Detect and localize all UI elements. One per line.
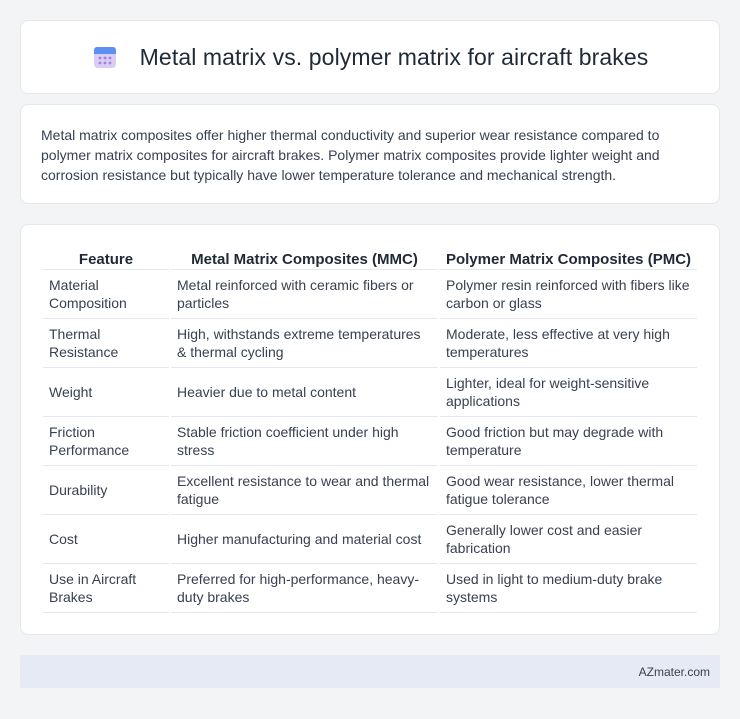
calendar-icon xyxy=(93,47,116,68)
feature-cell: Durability xyxy=(43,466,169,515)
summary-text: Metal matrix composites offer higher the… xyxy=(41,127,660,183)
footer: AZmater.com xyxy=(20,655,720,688)
pmc-cell: Generally lower cost and easier fabricat… xyxy=(440,515,697,564)
feature-cell: Weight xyxy=(43,368,169,417)
summary-card: Metal matrix composites offer higher the… xyxy=(20,104,720,204)
table-row: Weight Heavier due to metal content Ligh… xyxy=(43,368,697,417)
mmc-cell: Higher manufacturing and material cost xyxy=(171,515,438,564)
pmc-cell: Used in light to medium-duty brake syste… xyxy=(440,564,697,613)
page-title: Metal matrix vs. polymer matrix for airc… xyxy=(139,43,649,70)
feature-cell: Friction Performance xyxy=(43,417,169,466)
mmc-cell: Stable friction coefficient under high s… xyxy=(171,417,438,466)
pmc-cell: Good friction but may degrade with tempe… xyxy=(440,417,697,466)
mmc-cell: High, withstands extreme temperatures & … xyxy=(171,319,438,368)
mmc-cell: Heavier due to metal content xyxy=(171,368,438,417)
feature-cell: Material Composition xyxy=(43,270,169,319)
comparison-table: Feature Metal Matrix Composites (MMC) Po… xyxy=(41,245,699,613)
mmc-cell: Excellent resistance to wear and thermal… xyxy=(171,466,438,515)
footer-site-link[interactable]: AZmater.com xyxy=(639,665,710,679)
feature-cell: Use in Aircraft Brakes xyxy=(43,564,169,613)
pmc-cell: Lighter, ideal for weight-sensitive appl… xyxy=(440,368,697,417)
table-row: Durability Excellent resistance to wear … xyxy=(43,466,697,515)
table-row: Use in Aircraft Brakes Preferred for hig… xyxy=(43,564,697,613)
header-mmc: Metal Matrix Composites (MMC) xyxy=(171,245,438,270)
pmc-cell: Moderate, less effective at very high te… xyxy=(440,319,697,368)
header-feature: Feature xyxy=(43,245,169,270)
pmc-cell: Polymer resin reinforced with fibers lik… xyxy=(440,270,697,319)
header-pmc: Polymer Matrix Composites (PMC) xyxy=(440,245,697,270)
feature-cell: Thermal Resistance xyxy=(43,319,169,368)
table-row: Thermal Resistance High, withstands extr… xyxy=(43,319,697,368)
title-card: Metal matrix vs. polymer matrix for airc… xyxy=(20,20,720,94)
table-row: Material Composition Metal reinforced wi… xyxy=(43,270,697,319)
table-row: Cost Higher manufacturing and material c… xyxy=(43,515,697,564)
feature-cell: Cost xyxy=(43,515,169,564)
table-row: Friction Performance Stable friction coe… xyxy=(43,417,697,466)
mmc-cell: Preferred for high-performance, heavy-du… xyxy=(171,564,438,613)
pmc-cell: Good wear resistance, lower thermal fati… xyxy=(440,466,697,515)
mmc-cell: Metal reinforced with ceramic fibers or … xyxy=(171,270,438,319)
table-card: Feature Metal Matrix Composites (MMC) Po… xyxy=(20,224,720,635)
table-header-row: Feature Metal Matrix Composites (MMC) Po… xyxy=(43,245,697,270)
